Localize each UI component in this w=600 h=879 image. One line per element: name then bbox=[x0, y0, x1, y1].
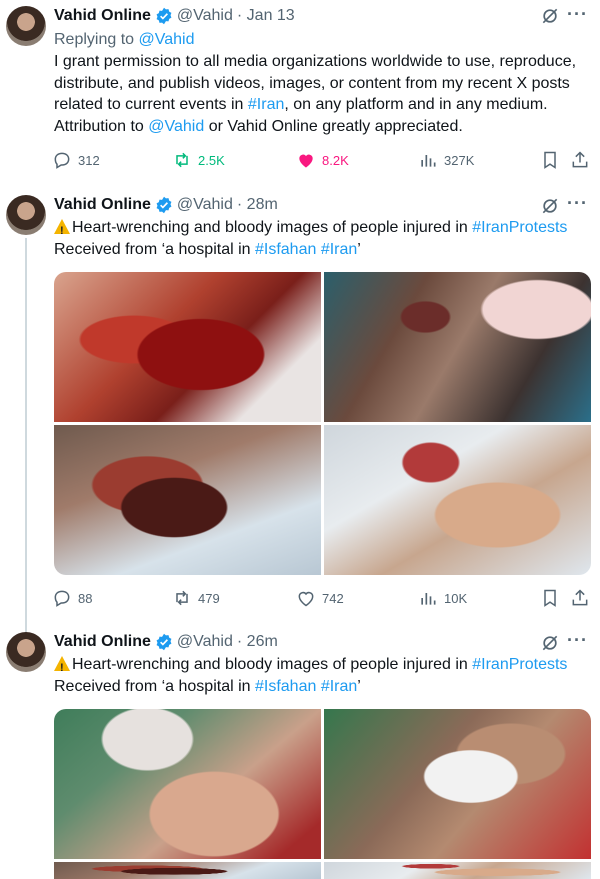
retweet-icon bbox=[176, 590, 188, 606]
more-icon[interactable]: ··· bbox=[567, 630, 588, 651]
timestamp[interactable]: · Jan 13 bbox=[237, 7, 295, 25]
author-handle[interactable]: @Vahid bbox=[177, 7, 233, 25]
hashtag-link[interactable]: #Isfahan bbox=[255, 678, 316, 695]
warning-icon bbox=[54, 219, 70, 243]
hashtag-link[interactable]: #Iran bbox=[321, 241, 357, 258]
replying-label: Replying to bbox=[54, 31, 135, 48]
mention-link[interactable]: @Vahid bbox=[148, 118, 204, 135]
author-name[interactable]: Vahid Online bbox=[54, 196, 151, 214]
reply-button[interactable]: 88 bbox=[52, 586, 92, 610]
text-segment: ’ bbox=[357, 677, 361, 695]
author-handle[interactable]: @Vahid bbox=[177, 196, 233, 214]
hashtag-link[interactable]: #Isfahan bbox=[255, 241, 316, 258]
retweet-count: 479 bbox=[198, 590, 220, 606]
like-icon bbox=[298, 591, 314, 607]
media-image[interactable] bbox=[54, 862, 321, 879]
timestamp[interactable]: · 28m bbox=[237, 196, 278, 214]
tweet-text: Heart-wrenching and bloody images of peo… bbox=[54, 217, 584, 260]
media-image[interactable] bbox=[324, 862, 591, 879]
hashtag-link[interactable]: #IranProtests bbox=[472, 656, 567, 673]
media-image[interactable] bbox=[324, 272, 591, 422]
text-segment: or Vahid Online greatly appreciated. bbox=[204, 117, 463, 135]
like-button[interactable]: 742 bbox=[296, 586, 344, 610]
bookmark-button[interactable] bbox=[540, 148, 566, 172]
reply-icon bbox=[54, 590, 70, 607]
reply-icon bbox=[54, 152, 70, 169]
media-grid bbox=[54, 709, 591, 879]
reply-button[interactable]: 312 bbox=[52, 148, 100, 172]
media-image[interactable] bbox=[54, 709, 321, 859]
bookmark-icon bbox=[544, 151, 556, 169]
author-name[interactable]: Vahid Online bbox=[54, 633, 151, 651]
like-count: 8.2K bbox=[322, 152, 349, 168]
share-icon bbox=[572, 151, 588, 168]
media-image[interactable] bbox=[54, 425, 321, 575]
views-count: 327K bbox=[444, 152, 475, 168]
like-count: 742 bbox=[322, 590, 344, 606]
views-count: 10K bbox=[444, 590, 468, 606]
retweet-button[interactable]: 2.5K bbox=[172, 148, 225, 172]
text-segment: Received from ‘a hospital in bbox=[54, 677, 255, 695]
verified-badge-icon bbox=[156, 633, 172, 651]
tweet-text: I grant permission to all media organiza… bbox=[54, 51, 584, 137]
hashtag-link[interactable]: #Iran bbox=[248, 96, 284, 113]
avatar[interactable] bbox=[6, 195, 46, 235]
share-button[interactable] bbox=[570, 148, 596, 172]
share-icon bbox=[572, 589, 588, 606]
text-segment: Heart-wrenching and bloody images of peo… bbox=[72, 219, 473, 236]
like-button[interactable]: 8.2K bbox=[296, 148, 349, 172]
verified-badge-icon bbox=[156, 196, 172, 214]
author-handle[interactable]: @Vahid bbox=[177, 633, 233, 651]
media-image[interactable] bbox=[324, 425, 591, 575]
grok-icon[interactable] bbox=[540, 6, 560, 26]
hashtag-link[interactable]: #Iran bbox=[321, 678, 357, 695]
tweet-text: Heart-wrenching and bloody images of peo… bbox=[54, 654, 584, 697]
thread-line bbox=[25, 238, 27, 634]
timestamp[interactable]: · 26m bbox=[237, 633, 278, 651]
retweet-count: 2.5K bbox=[198, 152, 225, 168]
views-button[interactable]: 327K bbox=[418, 148, 474, 172]
text-segment: Received from ‘a hospital in bbox=[54, 240, 255, 258]
reply-count: 88 bbox=[78, 590, 93, 606]
verified-badge-icon bbox=[156, 7, 172, 25]
reply-count: 312 bbox=[78, 152, 100, 168]
media-image[interactable] bbox=[324, 709, 591, 859]
views-icon bbox=[421, 593, 436, 605]
grok-icon[interactable] bbox=[540, 196, 560, 216]
views-button[interactable]: 10K bbox=[418, 586, 467, 610]
avatar[interactable] bbox=[6, 632, 46, 672]
media-grid bbox=[54, 272, 591, 575]
retweet-button[interactable]: 479 bbox=[172, 586, 220, 610]
views-icon bbox=[421, 155, 436, 167]
bookmark-icon bbox=[544, 589, 556, 607]
hashtag-link[interactable]: #IranProtests bbox=[472, 219, 567, 236]
more-icon[interactable]: ··· bbox=[567, 193, 588, 214]
author-name[interactable]: Vahid Online bbox=[54, 7, 151, 25]
grok-icon[interactable] bbox=[540, 633, 560, 653]
like-icon bbox=[299, 154, 313, 168]
text-segment: Heart-wrenching and bloody images of peo… bbox=[72, 656, 473, 673]
avatar[interactable] bbox=[6, 6, 46, 46]
bookmark-button[interactable] bbox=[540, 586, 566, 610]
replying-handle-link[interactable]: @Vahid bbox=[139, 31, 195, 48]
share-button[interactable] bbox=[570, 586, 596, 610]
text-segment: ’ bbox=[357, 240, 361, 258]
more-icon[interactable]: ··· bbox=[567, 4, 588, 25]
media-image[interactable] bbox=[54, 272, 321, 422]
retweet-icon bbox=[176, 152, 188, 168]
warning-icon bbox=[54, 656, 70, 680]
